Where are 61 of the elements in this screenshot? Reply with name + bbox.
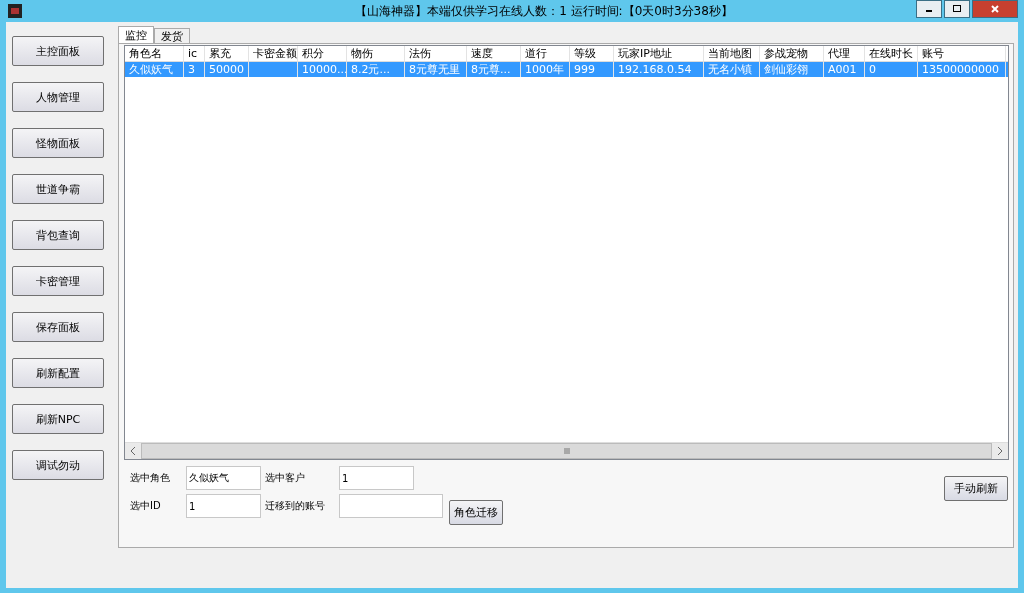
column-header[interactable]: 参战宠物 bbox=[760, 46, 824, 61]
minimize-button[interactable] bbox=[916, 0, 942, 18]
column-header[interactable]: 当前地图 bbox=[704, 46, 760, 61]
table-cell: 久似妖气 bbox=[125, 62, 184, 77]
window-title: 【山海神器】本端仅供学习在线人数：1 运行时间:【0天0时3分38秒】 bbox=[354, 2, 734, 20]
table-cell: 8元尊无里 bbox=[405, 62, 467, 77]
field-label: 迁移到的账号 bbox=[265, 499, 326, 513]
column-header[interactable]: 物伤 bbox=[347, 46, 405, 61]
table-cell: 10000... bbox=[298, 62, 347, 77]
tab[interactable]: 发货 bbox=[154, 28, 190, 43]
sidebar-button[interactable]: 刷新NPC bbox=[12, 404, 104, 434]
table-cell: 192.168.0.54 bbox=[614, 62, 704, 77]
input-field[interactable]: 久似妖气 bbox=[186, 466, 261, 490]
input-field[interactable]: 1 bbox=[186, 494, 261, 518]
table-cell: 1000年 bbox=[521, 62, 570, 77]
sidebar-button[interactable]: 世道争霸 bbox=[12, 174, 104, 204]
input-field[interactable] bbox=[339, 494, 443, 518]
close-button[interactable] bbox=[972, 0, 1018, 18]
table-cell: 50000 bbox=[205, 62, 249, 77]
column-header[interactable]: 累充 bbox=[205, 46, 249, 61]
field-label: 选中角色 bbox=[130, 471, 171, 485]
close-icon bbox=[990, 4, 1000, 14]
column-header[interactable]: 代理 bbox=[824, 46, 865, 61]
sidebar-button[interactable]: 主控面板 bbox=[12, 36, 104, 66]
sidebar-button[interactable]: 调试勿动 bbox=[12, 450, 104, 480]
field-label: 选中客户 bbox=[265, 471, 306, 485]
tab[interactable]: 监控 bbox=[118, 26, 154, 43]
column-header[interactable]: 在线时长 bbox=[865, 46, 918, 61]
table-cell: 8元尊... bbox=[467, 62, 521, 77]
column-header[interactable]: 等级 bbox=[570, 46, 614, 61]
sidebar-button[interactable]: 背包查询 bbox=[12, 220, 104, 250]
sidebar-button[interactable]: 刷新配置 bbox=[12, 358, 104, 388]
refresh-button[interactable]: 手动刷新 bbox=[944, 476, 1008, 501]
column-header[interactable]: 角色名 bbox=[125, 46, 184, 61]
column-header[interactable]: 道行 bbox=[521, 46, 570, 61]
column-header[interactable]: 账号 bbox=[918, 46, 1006, 61]
maximize-icon bbox=[952, 4, 962, 14]
input-field[interactable]: 1 bbox=[339, 466, 414, 490]
migrate-button[interactable]: 角色迁移 bbox=[449, 500, 503, 525]
table-cell: 无名小镇 bbox=[704, 62, 760, 77]
horizontal-scrollbar[interactable] bbox=[125, 442, 1008, 459]
table-cell: 999 bbox=[570, 62, 614, 77]
sidebar-button[interactable]: 怪物面板 bbox=[12, 128, 104, 158]
column-header[interactable]: 法伤 bbox=[405, 46, 467, 61]
column-header[interactable]: 玩家IP地址 bbox=[614, 46, 704, 61]
field-label: 选中ID bbox=[130, 499, 162, 513]
app-icon bbox=[8, 4, 22, 18]
table-cell: 3 bbox=[184, 62, 205, 77]
column-header[interactable]: 积分 bbox=[298, 46, 347, 61]
sidebar-button[interactable]: 卡密管理 bbox=[12, 266, 104, 296]
table-cell: A001 bbox=[824, 62, 865, 77]
sidebar-button[interactable]: 人物管理 bbox=[12, 82, 104, 112]
column-header[interactable]: 速度 bbox=[467, 46, 521, 61]
column-header[interactable]: ic bbox=[184, 46, 205, 61]
sidebar-button[interactable]: 保存面板 bbox=[12, 312, 104, 342]
table-cell: 13500000000 bbox=[918, 62, 1006, 77]
table-cell: 8.2元... bbox=[347, 62, 405, 77]
maximize-button[interactable] bbox=[944, 0, 970, 18]
table-cell: 0 bbox=[865, 62, 918, 77]
column-header[interactable]: 卡密金额 bbox=[249, 46, 298, 61]
table-cell: 剑仙彩翎 bbox=[760, 62, 824, 77]
